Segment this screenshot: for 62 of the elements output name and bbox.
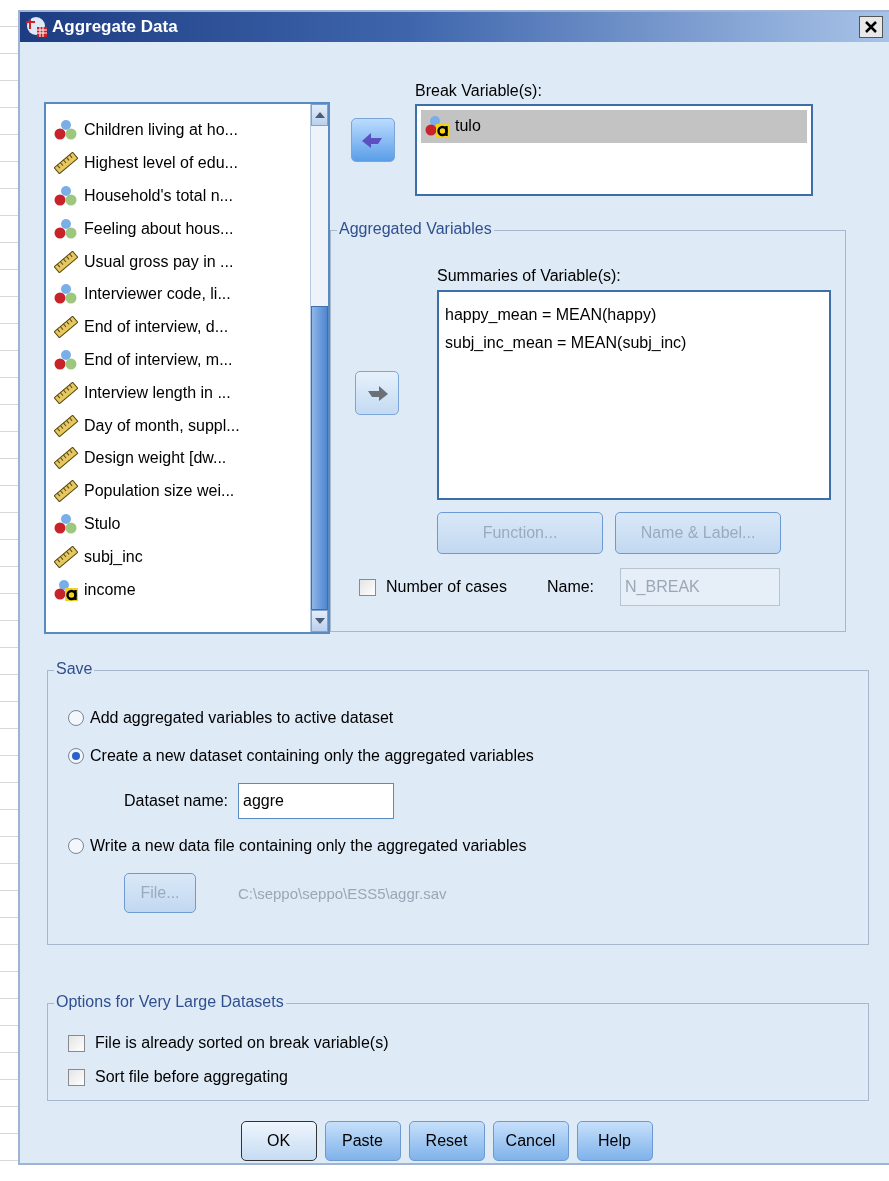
dialog-button[interactable]: OK	[240, 1121, 317, 1161]
close-button[interactable]	[859, 16, 883, 38]
variable-item[interactable]: income	[54, 573, 310, 606]
nominal-variable-icon	[54, 283, 78, 306]
summaries-label: Summaries of Variable(s):	[437, 267, 622, 285]
variable-item[interactable]: End of interview, m...	[54, 343, 310, 377]
nominal-variable-icon	[54, 348, 78, 371]
string-variable-icon	[425, 115, 449, 138]
dataset-name-field[interactable]: aggre	[238, 783, 395, 819]
scrollbar[interactable]	[310, 104, 328, 632]
variable-item[interactable]: Household's total n...	[54, 179, 310, 213]
right-arrow-icon	[365, 384, 388, 401]
nominal-variable-icon	[54, 185, 78, 207]
summary-item[interactable]: happy_mean = MEAN(happy)	[445, 306, 823, 324]
left-arrow-icon	[361, 132, 384, 148]
string-variable-icon	[54, 578, 78, 601]
variable-item[interactable]: Children living at ho...	[54, 114, 310, 147]
summary-item[interactable]: subj_inc_mean = MEAN(subj_inc)	[445, 334, 823, 352]
variable-item[interactable]: tulo	[421, 110, 807, 143]
break-variables-label: Break Variable(s):	[415, 82, 542, 99]
move-right-button[interactable]	[354, 370, 399, 415]
variable-item[interactable]: Usual gross pay in ...	[54, 245, 310, 278]
checkbox-label: Sort file before aggregating	[95, 1068, 288, 1086]
checkbox[interactable]	[359, 578, 376, 596]
variable-item[interactable]: Feeling about hous...	[54, 212, 310, 246]
checkbox[interactable]	[68, 1068, 85, 1086]
dialog-button[interactable]: Paste	[324, 1121, 401, 1161]
radio-label: Write a new data file containing only the aggregated variables	[90, 837, 527, 855]
radio-label: Add aggregated variables to active dataset	[90, 709, 394, 727]
radio-button[interactable]	[68, 838, 84, 854]
variable-item[interactable]: End of interview, d...	[54, 310, 310, 344]
variable-item[interactable]: Interviewer code, li...	[54, 278, 310, 311]
nominal-variable-icon	[54, 217, 78, 240]
radio-label: Create a new dataset containing only the aggregated variables	[90, 747, 534, 765]
window-title: Aggregate Data	[52, 17, 179, 37]
up-arrow-icon	[314, 112, 325, 118]
dialog-button[interactable]: Reset	[408, 1121, 485, 1161]
nominal-variable-icon	[54, 512, 78, 535]
radio-button[interactable]	[68, 710, 84, 726]
nominal-variable-icon	[54, 119, 78, 142]
dataset-name-label: Dataset name:	[124, 792, 229, 810]
app-icon	[26, 16, 48, 38]
dialog-button[interactable]: Help	[576, 1121, 653, 1161]
checkbox[interactable]	[68, 1034, 85, 1052]
variable-item[interactable]: subj_inc	[54, 540, 310, 574]
checkbox-label: File is already sorted on break variable(s)	[95, 1034, 389, 1052]
down-arrow-icon	[314, 618, 325, 624]
dialog-button[interactable]: Cancel	[492, 1121, 569, 1161]
variable-item[interactable]: Design weight [dw...	[54, 441, 310, 475]
name-label: Name:	[546, 578, 595, 596]
variable-item[interactable]: Day of month, suppl...	[54, 409, 310, 442]
group-title: Aggregated Variables	[337, 220, 494, 238]
variable-item[interactable]: Stulo	[54, 507, 310, 541]
file-path: C:\seppo\seppo\ESS5\aggr.sav	[238, 884, 447, 902]
group-title: Options for Very Large Datasets	[54, 993, 286, 1011]
close-icon	[865, 21, 877, 33]
variable-item[interactable]: Population size wei...	[54, 474, 310, 508]
checkbox-label: Number of cases	[386, 578, 507, 596]
radio-button[interactable]	[68, 748, 84, 764]
move-left-button[interactable]	[350, 118, 395, 162]
variable-item[interactable]: Interview length in ...	[54, 376, 310, 410]
variable-item[interactable]: Highest level of edu...	[54, 146, 310, 180]
